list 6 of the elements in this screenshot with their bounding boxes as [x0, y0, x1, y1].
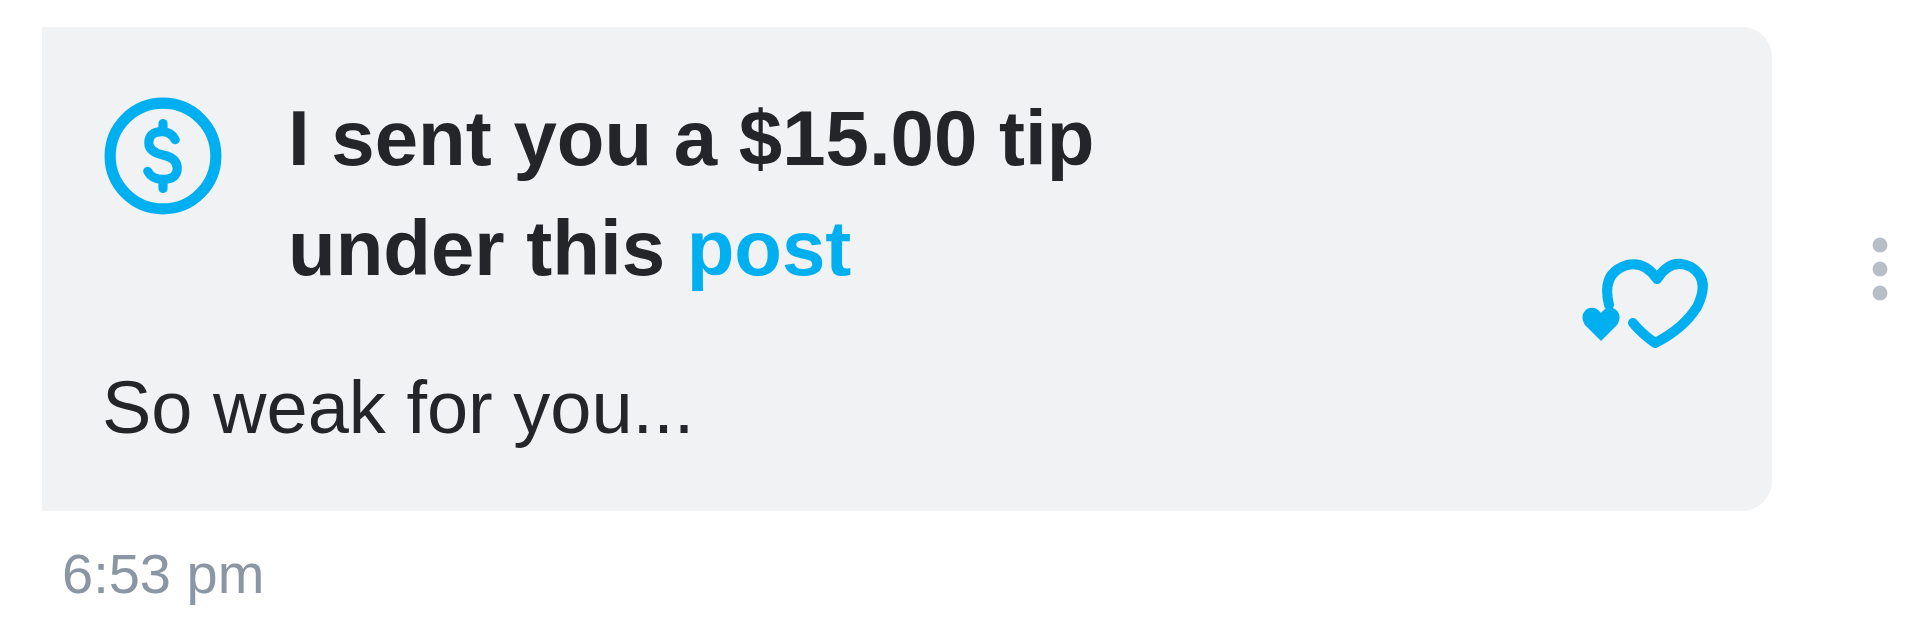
dollar-icon: [102, 95, 224, 217]
post-link[interactable]: post: [686, 204, 852, 292]
more-options-icon[interactable]: [1870, 237, 1890, 301]
tip-message: I sent you a $15.00 tip under this post: [288, 93, 1096, 294]
message-time: 6:53 pm: [62, 541, 266, 606]
message-text: So weak for you...: [102, 365, 696, 450]
